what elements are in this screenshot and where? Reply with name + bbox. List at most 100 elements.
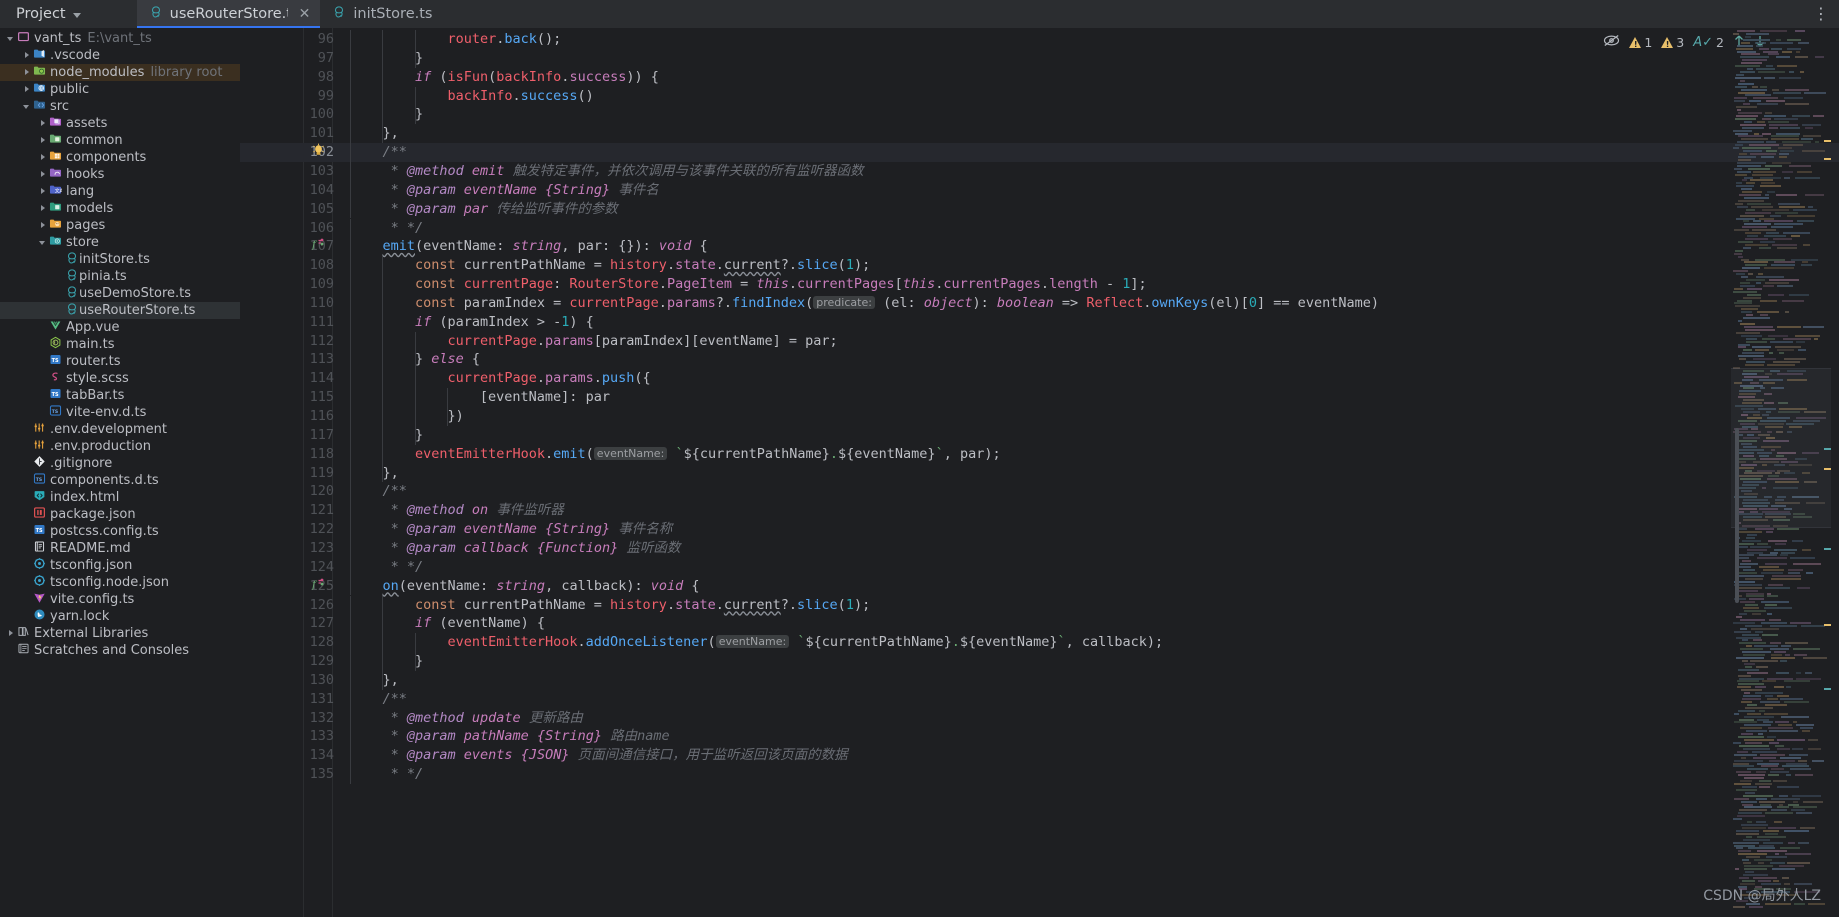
line-number-115[interactable]: 115 [274,388,334,407]
code-line-97[interactable]: } [415,49,423,68]
chevron-right-icon[interactable] [22,67,33,78]
tree-item-postcss-config-ts[interactable]: TS postcss.config.ts [0,523,240,540]
crossed-eye-icon[interactable] [1603,33,1620,51]
tree-item-router-ts[interactable]: TS router.ts [0,353,240,370]
tree-item-node_modules[interactable]: node_modules library root [0,64,240,81]
code-line-120[interactable]: /** [382,482,406,501]
tree-item-assets[interactable]: assets [0,115,240,132]
code-line-126[interactable]: const currentPathName = history.state.cu… [415,596,870,615]
line-number-98[interactable]: 98 [274,68,334,87]
code-editor[interactable]: 96 router.back(); 97} 98 if (isFun(backInfo.… [240,28,1839,917]
close-icon[interactable]: ✕ [299,7,311,21]
line-number-133[interactable]: 133 [274,727,334,746]
editor-tab-initStore-ts[interactable]: initStore.ts [320,0,442,28]
chevron-right-icon[interactable] [6,628,17,639]
line-number-97[interactable]: 97 [274,49,334,68]
code-line-121[interactable]: * @method on 事件监听器 [382,501,564,520]
code-line-110[interactable]: const paramIndex = currentPage.params?.f… [415,294,1379,313]
chevron-right-icon[interactable] [38,220,49,231]
chevron-right-icon[interactable] [38,186,49,197]
line-number-135[interactable]: 135 [274,765,334,784]
tree-item-package-json[interactable]: package.json [0,506,240,523]
line-number-134[interactable]: 134 [274,746,334,765]
code-line-108[interactable]: const currentPathName = history.state.cu… [415,256,870,275]
line-number-121[interactable]: 121 [274,501,334,520]
code-line-106[interactable]: * */ [382,219,424,238]
more-options-kebab-icon[interactable]: ⋮ [1813,5,1829,23]
line-number-114[interactable]: 114 [274,369,334,388]
code-line-118[interactable]: eventEmitterHook.emit(eventName: `${curr… [415,445,1001,464]
tree-item-pages[interactable]: pages [0,217,240,234]
line-number-122[interactable]: 122 [274,520,334,539]
code-line-112[interactable]: currentPage.params[paramIndex][eventName… [447,332,837,351]
code-text-area[interactable]: 96 router.back(); 97} 98 if (isFun(backInfo.… [240,28,1839,917]
minimap-viewport[interactable] [1731,368,1831,528]
warning-count-1[interactable]: 1 [1629,35,1652,50]
code-line-131[interactable]: /** [382,690,406,709]
code-line-127[interactable]: if (eventName) { [415,614,545,633]
tree-item-main-ts[interactable]: main.ts [0,336,240,353]
chevron-right-icon[interactable] [38,118,49,129]
tree-item-initStore-ts[interactable]: initStore.ts [0,251,240,268]
code-line-116[interactable]: }) [447,407,463,426]
tree-item-pinia-ts[interactable]: pinia.ts [0,268,240,285]
tree-item--env-development[interactable]: .env.development [0,421,240,438]
code-line-109[interactable]: const currentPage: RouterStore.PageItem … [415,275,1147,294]
editor-scrollbar-thumb[interactable] [1735,428,1739,603]
line-number-104[interactable]: 104 [274,181,334,200]
line-number-105[interactable]: 105 [274,200,334,219]
tree-item-store[interactable]: store [0,234,240,251]
code-line-133[interactable]: * @param pathName {String} 路由name [382,727,670,746]
tree-item--vscode[interactable]: .vscode [0,47,240,64]
tree-item-lang[interactable]: 文A lang [0,183,240,200]
code-line-119[interactable]: }, [382,464,398,483]
line-number-120[interactable]: 120 [274,482,334,501]
code-line-130[interactable]: }, [382,671,398,690]
minimap-warning-marker[interactable] [1824,140,1831,142]
line-number-103[interactable]: 103 [274,162,334,181]
chevron-right-icon[interactable] [38,135,49,146]
line-number-131[interactable]: 131 [274,690,334,709]
method-override-icon[interactable]: f [311,577,326,596]
tree-item-tsconfig-node-json[interactable]: tsconfig.node.json [0,574,240,591]
code-line-117[interactable]: } [415,426,423,445]
code-line-129[interactable]: } [415,652,423,671]
minimap-warning-marker[interactable] [1824,688,1831,690]
line-number-116[interactable]: 116 [274,407,334,426]
tree-item-public[interactable]: public [0,81,240,98]
tree-item-useRouterStore-ts[interactable]: useRouterStore.ts [0,302,240,319]
code-line-125[interactable]: on(eventName: string, callback): void { [382,577,699,596]
line-number-129[interactable]: 129 [274,652,334,671]
code-line-128[interactable]: eventEmitterHook.addOnceListener(eventNa… [447,633,1163,652]
tree-item-components[interactable]: components [0,149,240,166]
minimap-warning-marker[interactable] [1824,624,1831,626]
tree-item-App-vue[interactable]: App.vue [0,319,240,336]
line-number-124[interactable]: 124 [274,558,334,577]
code-line-122[interactable]: * @param eventName {String} 事件名称 [382,520,673,539]
line-number-100[interactable]: 100 [274,105,334,124]
tree-item-components-d-ts[interactable]: TS components.d.ts [0,472,240,489]
code-line-100[interactable]: } [415,105,423,124]
tree-item-common[interactable]: common [0,132,240,149]
editor-minimap[interactable] [1731,28,1831,917]
editor-tab-useRouterStore-ts[interactable]: useRouterStore.ts ✕ [136,0,321,28]
line-number-128[interactable]: 128 [274,633,334,652]
line-number-123[interactable]: 123 [274,539,334,558]
code-line-99[interactable]: backInfo.success() [447,87,593,106]
code-line-103[interactable]: * @method emit 触发特定事件，并依次调用与该事件关联的所有监听器函… [382,162,864,181]
tree-item-hooks[interactable]: hooks [0,166,240,183]
tree-item--env-production[interactable]: .env.production [0,438,240,455]
chevron-right-icon[interactable] [22,50,33,61]
tree-item-vite-config-ts[interactable]: vite.config.ts [0,591,240,608]
tree-item-External-Libraries[interactable]: External Libraries [0,625,240,642]
tree-item-yarn-lock[interactable]: yarn.lock [0,608,240,625]
line-number-117[interactable]: 117 [274,426,334,445]
line-number-111[interactable]: 111 [274,313,334,332]
code-line-114[interactable]: currentPage.params.push({ [447,369,650,388]
tree-item-useDemoStore-ts[interactable]: useDemoStore.ts [0,285,240,302]
code-line-113[interactable]: } else { [415,350,480,369]
line-number-118[interactable]: 118 [274,445,334,464]
minimap-warning-marker[interactable] [1824,158,1831,160]
tree-item-vant_ts[interactable]: vant_ts E:\vant_ts [0,30,240,47]
code-line-124[interactable]: * */ [382,558,424,577]
